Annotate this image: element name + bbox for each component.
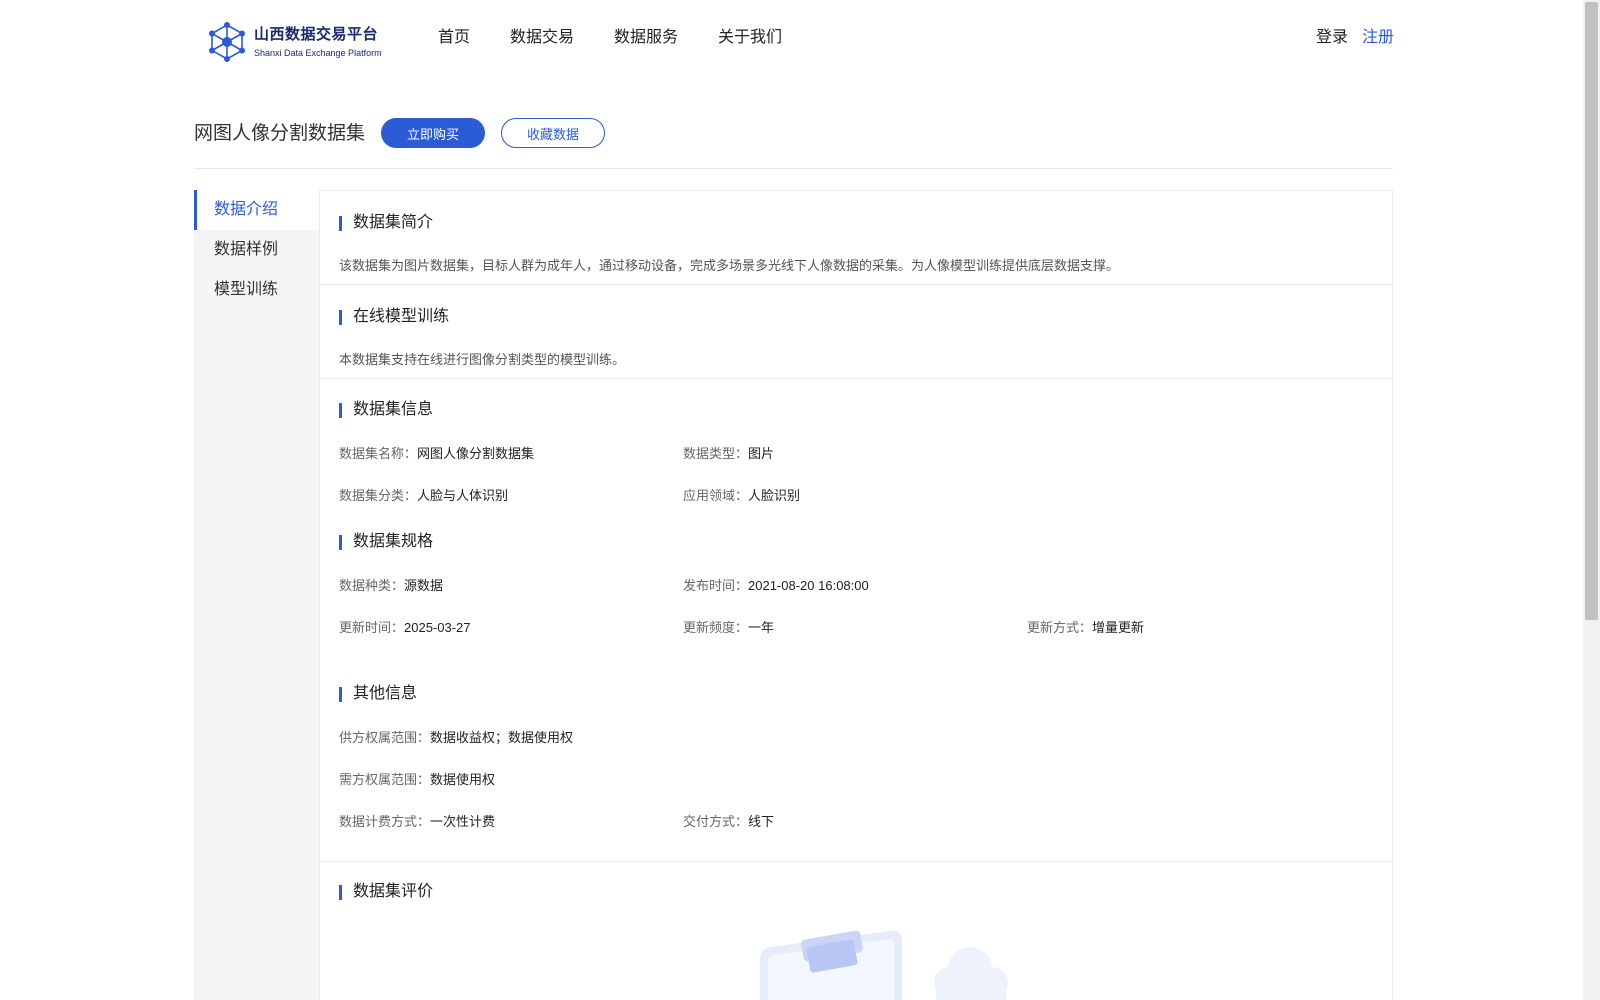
field-value: 人脸与人体识别 [417, 488, 509, 503]
field-publish-time: 发布时间：2021-08-20 16:08:00 [683, 577, 869, 595]
field-update-method: 更新方式：增量更新 [1027, 619, 1144, 637]
section-marker [339, 686, 342, 702]
nav-data-trading[interactable]: 数据交易 [510, 27, 574, 49]
field-value: 一年 [748, 620, 775, 635]
field-label: 数据集分类： [339, 488, 418, 503]
field-label: 数据计费方式： [339, 814, 431, 829]
intro-text: 该数据集为图片数据集，目标人群为成年人，通过移动设备，完成多场景多光线下人像数据… [339, 258, 1120, 273]
field-label: 需方权属范围： [339, 772, 431, 787]
field-label: 交付方式： [683, 814, 749, 829]
section-marker [339, 534, 342, 550]
dataset-title-row: 网图人像分割数据集 立即购买 收藏数据 [194, 118, 606, 148]
detail-content: 数据集简介 该数据集为图片数据集，目标人群为成年人，通过移动设备，完成多场景多光… [319, 190, 1393, 1000]
field-label: 数据类型： [683, 446, 749, 461]
logo-subtitle: Shanxi Data Exchange Platform [254, 47, 382, 58]
page-title: 网图人像分割数据集 [194, 122, 366, 144]
field-demand-rights: 需方权属范围：数据使用权 [339, 771, 495, 789]
section-title-other: 其他信息 [353, 685, 418, 702]
field-update-time: 更新时间：2025-03-27 [339, 619, 471, 637]
title-divider [194, 168, 1393, 169]
field-value: 2021-08-20 16:08:00 [748, 578, 869, 593]
field-value: 图片 [748, 446, 775, 461]
nav-about-us[interactable]: 关于我们 [718, 27, 782, 49]
section-marker [339, 402, 342, 418]
clipboard-illustration [760, 930, 902, 1000]
field-label: 更新时间： [339, 620, 405, 635]
field-label: 更新频度： [683, 620, 749, 635]
sidebar-item-data-samples[interactable]: 数据样例 [194, 230, 319, 270]
section-title-spec: 数据集规格 [353, 533, 434, 550]
top-header: 山西数据交易平台 Shanxi Data Exchange Platform 首… [0, 0, 1600, 80]
platform-logo[interactable]: 山西数据交易平台 Shanxi Data Exchange Platform [207, 20, 387, 64]
divider [320, 861, 1392, 862]
field-value: 人脸识别 [748, 488, 801, 503]
field-label: 更新方式： [1027, 620, 1093, 635]
page-scrollbar[interactable] [1583, 0, 1600, 1000]
field-label: 供方权属范围： [339, 730, 431, 745]
section-header-info: 数据集信息 [339, 399, 433, 421]
field-data-type: 数据类型：图片 [683, 445, 774, 463]
section-header-other: 其他信息 [339, 683, 417, 705]
favorite-button[interactable]: 收藏数据 [501, 118, 606, 148]
field-value: 增量更新 [1092, 620, 1145, 635]
empty-reviews-illustration [760, 930, 1008, 1000]
section-title-info: 数据集信息 [353, 401, 434, 418]
section-header-review: 数据集评价 [339, 881, 433, 903]
field-label: 应用领域： [683, 488, 749, 503]
training-text: 本数据集支持在线进行图像分割类型的模型训练。 [339, 352, 626, 367]
sidebar-item-data-intro[interactable]: 数据介绍 [194, 190, 319, 230]
detail-sidebar: 数据介绍 数据样例 模型训练 [194, 190, 319, 1000]
field-dataset-category: 数据集分类：人脸与人体识别 [339, 487, 508, 505]
field-value: 源数据 [404, 578, 444, 593]
field-value: 一次性计费 [430, 814, 496, 829]
field-value: 数据使用权 [430, 772, 496, 787]
field-value: 网图人像分割数据集 [417, 446, 535, 461]
cloud-illustration [934, 947, 1008, 1000]
field-value: 数据收益权；数据使用权 [430, 730, 574, 745]
main-nav: 首页 数据交易 数据服务 关于我们 [438, 27, 822, 49]
field-delivery-method: 交付方式：线下 [683, 813, 774, 831]
field-dataset-name: 数据集名称：网图人像分割数据集 [339, 445, 534, 463]
section-title-review: 数据集评价 [353, 883, 434, 900]
scrollbar-thumb[interactable] [1585, 2, 1598, 620]
field-update-frequency: 更新频度：一年 [683, 619, 774, 637]
section-marker [339, 309, 342, 325]
section-title-intro: 数据集简介 [353, 214, 434, 231]
section-title-training: 在线模型训练 [353, 308, 450, 325]
nav-data-services[interactable]: 数据服务 [614, 27, 678, 49]
field-label: 数据集名称： [339, 446, 418, 461]
login-link[interactable]: 登录 [1316, 27, 1348, 49]
field-value: 线下 [748, 814, 775, 829]
buy-now-button[interactable]: 立即购买 [381, 118, 486, 148]
logo-title: 山西数据交易平台 [254, 25, 379, 43]
field-label: 发布时间： [683, 578, 749, 593]
register-link[interactable]: 注册 [1362, 27, 1394, 49]
divider [320, 378, 1392, 379]
section-header-training: 在线模型训练 [339, 306, 449, 328]
section-header-spec: 数据集规格 [339, 531, 433, 553]
section-marker [339, 884, 342, 900]
divider [320, 284, 1392, 285]
sidebar-item-model-training[interactable]: 模型训练 [194, 270, 319, 310]
field-label: 数据种类： [339, 578, 405, 593]
section-header-intro: 数据集简介 [339, 212, 433, 234]
logo-network-icon [209, 22, 245, 62]
field-billing-method: 数据计费方式：一次性计费 [339, 813, 495, 831]
nav-home[interactable]: 首页 [438, 27, 470, 49]
field-supplier-rights: 供方权属范围：数据收益权；数据使用权 [339, 729, 573, 747]
field-data-kind: 数据种类：源数据 [339, 577, 443, 595]
section-marker [339, 215, 342, 231]
auth-links: 登录 注册 [1316, 27, 1394, 49]
field-value: 2025-03-27 [404, 620, 471, 635]
field-application-domain: 应用领域：人脸识别 [683, 487, 800, 505]
